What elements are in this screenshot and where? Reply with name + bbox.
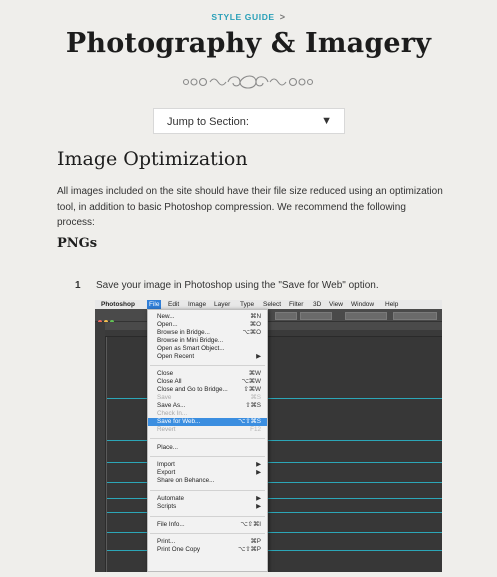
menubar: Photoshop File Edit Image Layer Type Sel… <box>95 300 442 309</box>
menu-item-browse-bridge[interactable]: Browse in Bridge... ⌥⌘O <box>148 329 267 337</box>
option-control[interactable] <box>345 312 387 320</box>
chevron-right-icon: > <box>279 12 286 22</box>
menu-item-print[interactable]: Print... ⌘P <box>148 538 267 546</box>
menu-item-scripts[interactable]: Scripts ▶ <box>148 503 267 511</box>
step-text: Save your image in Photoshop using the "… <box>96 280 379 291</box>
menu-select[interactable]: Select <box>263 301 281 308</box>
option-control[interactable] <box>393 312 437 320</box>
menu-window[interactable]: Window <box>351 301 374 308</box>
menu-item-open[interactable]: Open... ⌘O <box>148 321 267 329</box>
tools-panel[interactable] <box>95 322 106 572</box>
menu-item-save-for-web[interactable]: Save for Web... ⌥⇧⌘S <box>148 418 267 426</box>
menu-item-revert: Revert F12 <box>157 426 261 433</box>
menu-item-browse-mini-bridge[interactable]: Browse in Mini Bridge... <box>148 337 267 345</box>
menu-3d[interactable]: 3D <box>313 301 321 308</box>
page-title: Photography & Imagery <box>65 28 432 59</box>
menu-item-import[interactable]: Import ▶ <box>148 461 267 469</box>
ornament-divider <box>182 75 314 89</box>
menu-item-new[interactable]: New... ⌘N <box>148 313 267 321</box>
dropdown-arrow-icon: ▼ <box>321 115 332 127</box>
menu-layer[interactable]: Layer <box>214 301 230 308</box>
photoshop-screenshot: Photoshop File Edit Image Layer Type Sel… <box>95 300 442 572</box>
menu-item-automate[interactable]: Automate ▶ <box>148 495 267 503</box>
menu-separator <box>150 516 265 517</box>
breadcrumb: STYLE GUIDE > <box>0 12 497 22</box>
menu-item-open-smart-object[interactable]: Open as Smart Object... <box>148 345 267 353</box>
option-control[interactable] <box>300 312 332 320</box>
menu-item-close-go-bridge[interactable]: Close and Go to Bridge... ⇧⌘W <box>148 386 267 394</box>
menu-item-save: Save ⌘S <box>157 394 261 401</box>
menu-item-close[interactable]: Close ⌘W <box>148 370 267 378</box>
menu-separator <box>150 438 265 439</box>
file-menu: New... ⌘N Open... ⌘O Browse in Bridge... ⌥⌘… <box>147 309 268 572</box>
menu-separator <box>150 365 265 366</box>
menu-help[interactable]: Help <box>385 301 398 308</box>
menu-view[interactable]: View <box>329 301 343 308</box>
menu-image[interactable]: Image <box>188 301 206 308</box>
option-control[interactable] <box>275 312 297 320</box>
menu-separator <box>150 490 265 491</box>
subsection-title: PNGs <box>57 236 98 251</box>
jump-to-section-select[interactable]: Jump to Section: ▼ <box>153 108 345 134</box>
menu-item-file-info[interactable]: File Info... ⌥⇧⌘I <box>148 521 267 529</box>
step-number: 1 <box>75 280 81 291</box>
menu-edit[interactable]: Edit <box>168 301 179 308</box>
menu-separator <box>150 533 265 534</box>
menu-item-open-recent[interactable]: Open Recent ▶ <box>148 353 267 361</box>
section-title: Image Optimization <box>57 148 248 170</box>
menu-separator <box>150 456 265 457</box>
menu-item-share-behance[interactable]: Share on Behance... <box>148 477 267 485</box>
menu-item-close-all[interactable]: Close All ⌥⌘W <box>148 378 267 386</box>
breadcrumb-link[interactable]: STYLE GUIDE <box>211 12 274 22</box>
menu-filter[interactable]: Filter <box>289 301 303 308</box>
menu-file[interactable]: File <box>147 300 162 309</box>
menu-type[interactable]: Type <box>240 301 254 308</box>
menu-item-save-as[interactable]: Save As... ⇧⌘S <box>148 402 267 410</box>
menu-item-check-in: Check In... <box>157 410 188 417</box>
menu-photoshop[interactable]: Photoshop <box>101 301 135 308</box>
step-item: 1 Save your image in Photoshop using the … <box>75 280 379 291</box>
menu-item-export[interactable]: Export ▶ <box>148 469 267 477</box>
jump-label: Jump to Section: <box>167 116 249 128</box>
menu-item-print-one-copy[interactable]: Print One Copy ⌥⇧⌘P <box>148 546 267 554</box>
intro-paragraph: All images included on the site should h… <box>57 186 443 228</box>
menu-item-place[interactable]: Place... <box>148 444 267 452</box>
